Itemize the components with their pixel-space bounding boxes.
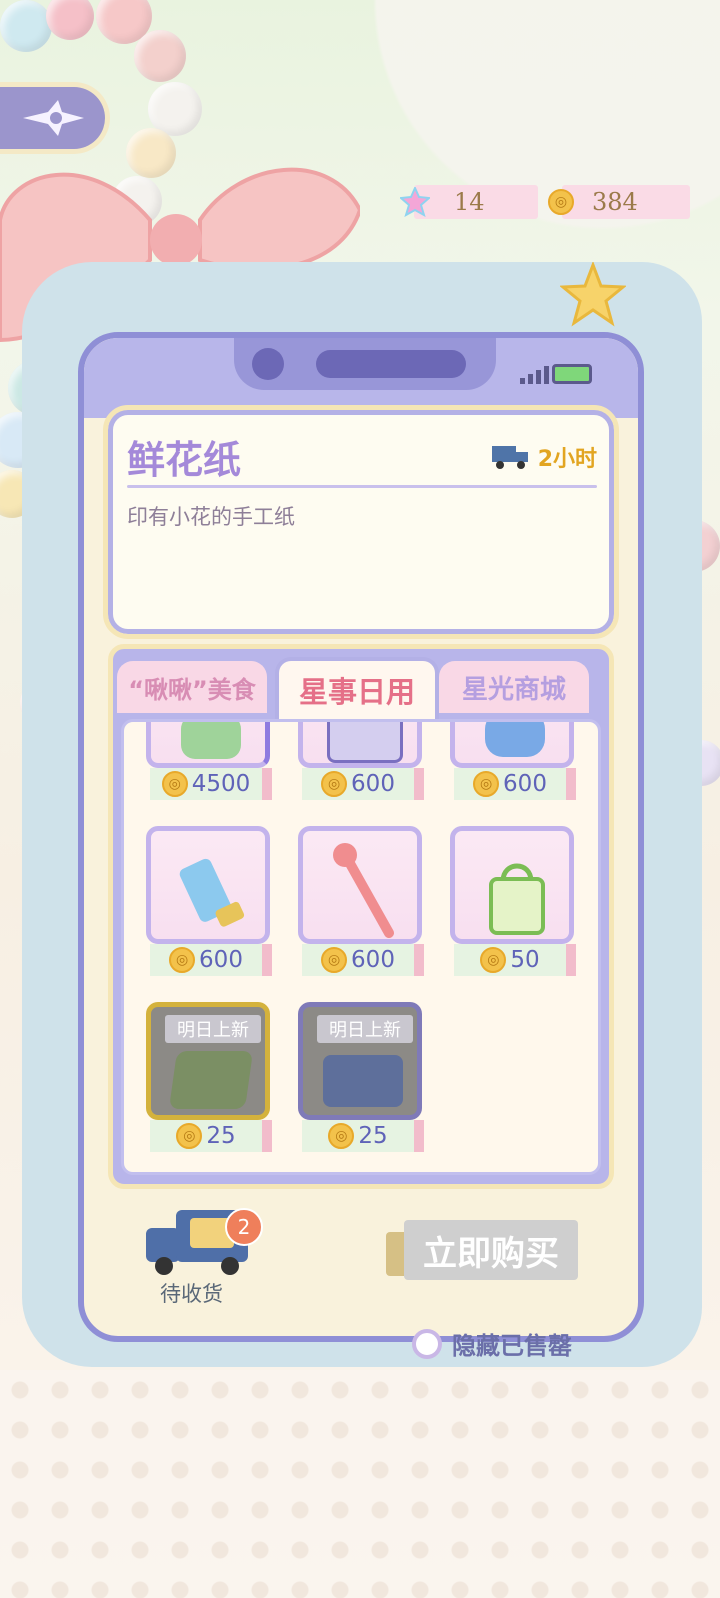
phone-screen: 鲜花纸 2小时 印有小花的手工纸 “啾啾”美食 星事日用 星光商城 ◎4500 [78,332,644,1342]
shop-item-grid: ◎ 4500 ◎ 600 ◎ 600 ◎ 600 ◎ 600 ◎ 50 明日上新… [121,719,601,1175]
item-price: 25 [358,1123,388,1149]
shop-item-locked[interactable]: 明日上新 ◎ 25 [146,1002,272,1152]
shop-item-locked[interactable]: 明日上新 ◎ 25 [298,1002,424,1152]
speaker-icon [316,350,466,378]
blue-fish-icon [485,722,545,757]
coin-icon: ◎ [321,771,348,797]
hide-sold-out-label: 隐藏已售罄 [452,1332,572,1360]
item-price: 50 [510,947,540,973]
camera-icon [252,348,284,380]
coin-icon: ◎ [548,189,574,215]
pending-delivery-label: 待收货 [160,1282,223,1306]
delivery-time: 2小时 [491,441,597,473]
divider [127,485,597,488]
notebook-icon [327,722,403,763]
item-price: 600 [199,947,243,973]
compass-star-icon [22,100,84,136]
coin-icon: ◎ [321,947,348,973]
star-decoration-icon [560,262,626,327]
star-count: 14 [454,188,485,216]
tube-cream-icon [179,858,245,927]
item-price: 600 [351,771,395,797]
tab-daily-use[interactable]: 星事日用 [275,657,439,719]
item-price: 600 [503,771,547,797]
pending-count-badge: 2 [225,1208,263,1246]
shop-item[interactable]: ◎ 600 [146,826,272,976]
coin-icon: ◎ [169,947,196,973]
flower-paper-icon [168,1051,254,1109]
item-info-card: 鲜花纸 2小时 印有小花的手工纸 [103,405,619,639]
coin-icon: ◎ [161,771,188,797]
back-button[interactable] [0,82,110,154]
coin-icon: ◎ [176,1123,203,1149]
shop-item[interactable]: ◎ 600 [450,722,576,800]
item-name: 鲜花纸 [127,438,242,482]
shop-item[interactable]: ◎ 600 [298,722,424,800]
radio-icon[interactable] [412,1328,442,1359]
coin-icon: ◎ [473,771,500,797]
item-price: 4500 [191,771,251,797]
coin-count: 384 [592,188,638,216]
rainbow-star-icon [400,187,430,217]
paint-box-icon [323,1055,403,1107]
shop-panel: “啾啾”美食 星事日用 星光商城 ◎ 4500 ◎ 600 ◎ 600 ◎ 60… [108,644,614,1189]
new-tomorrow-tag: 明日上新 [317,1015,413,1043]
battery-icon [552,364,592,384]
delivery-time-text: 2小时 [537,447,597,472]
coin-currency: ◎ 384 [548,182,690,222]
lace-decoration-bottom [0,1370,720,1598]
coin-icon: ◎ [328,1123,355,1149]
hide-sold-out-toggle[interactable]: 隐藏已售罄 [412,1326,572,1361]
bear-pen-icon [333,843,394,938]
new-tomorrow-tag: 明日上新 [165,1015,261,1043]
tab-star-mall[interactable]: 星光商城 [439,661,589,713]
item-price: 25 [206,1123,236,1149]
buy-now-button[interactable]: 立即购买 [404,1220,578,1280]
tab-food[interactable]: “啾啾”美食 [117,661,267,713]
item-description: 印有小花的手工纸 [127,505,295,529]
star-currency: 14 [400,182,540,222]
green-jar-icon [181,722,241,759]
shop-item[interactable]: ◎ 50 [450,826,576,976]
item-price: 600 [351,947,395,973]
coin-icon: ◎ [480,947,507,973]
shop-item[interactable]: ◎ 600 [298,826,424,976]
signal-icon [520,366,549,384]
shop-item[interactable]: ◎ 4500 [146,722,272,800]
delivery-truck-icon [491,446,528,469]
shopping-bag-icon [489,863,545,935]
